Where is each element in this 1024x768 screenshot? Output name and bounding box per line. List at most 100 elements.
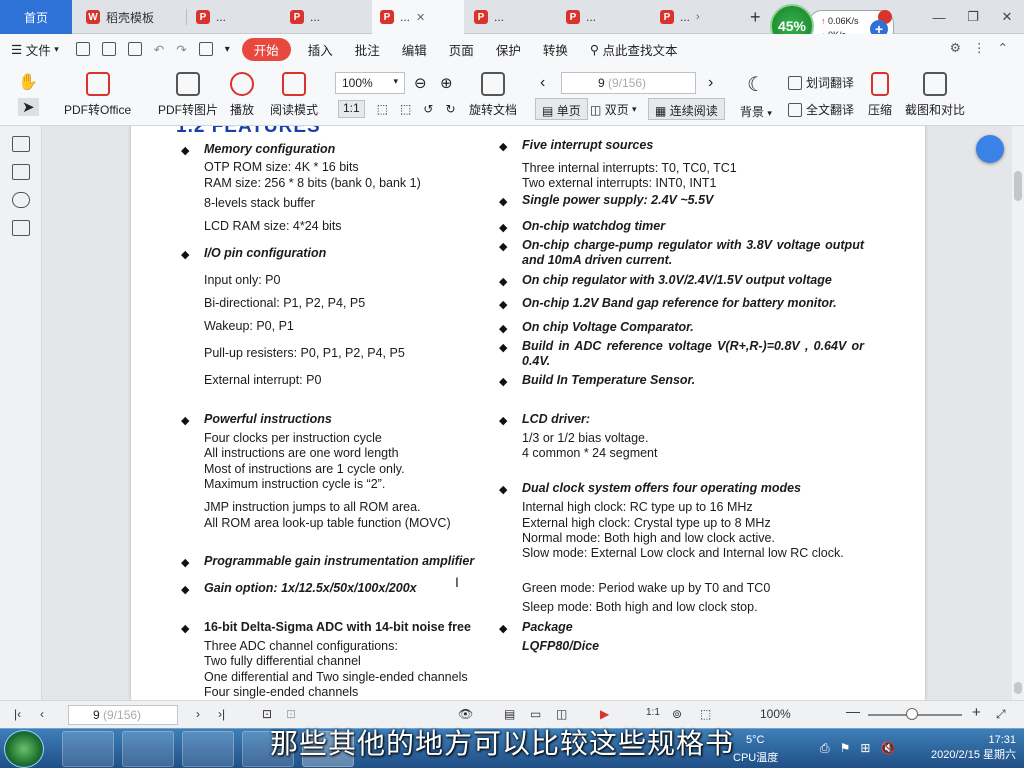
fit-width-status-icon[interactable]: ⬚ [700, 707, 711, 721]
tab-doc-5[interactable]: P... › [652, 0, 742, 34]
tab-doc-2[interactable]: P... [282, 0, 372, 34]
print-icon[interactable] [127, 42, 142, 56]
fullscreen-icon[interactable]: ⤢ [996, 707, 1006, 722]
menu-start[interactable]: 开始 [241, 37, 291, 61]
start-button[interactable] [4, 730, 44, 768]
up-arrow-icon: ↑ [821, 16, 826, 26]
single-view-icon[interactable]: ▤ [504, 707, 515, 721]
zoom-plus-icon[interactable]: + [972, 704, 981, 721]
menu-page[interactable]: 页面 [438, 40, 485, 59]
double-page-button[interactable]: ◫ 双页 ▾ [590, 101, 637, 118]
next-page-icon[interactable]: › [708, 74, 713, 92]
open-folder-icon[interactable] [75, 42, 90, 56]
more-icon[interactable]: ⋮ [973, 40, 986, 55]
annotation-icon[interactable] [12, 192, 30, 208]
more-chevron-icon[interactable]: ▾ [225, 44, 230, 55]
restore-icon[interactable]: ❐ [956, 9, 990, 25]
minimize-icon[interactable]: — [922, 10, 956, 25]
page-view-icon[interactable]: ▭ [530, 707, 541, 721]
last-page-icon[interactable]: ›| [218, 707, 225, 721]
new-tab-button[interactable]: + [742, 0, 772, 34]
read-mode-button[interactable]: 阅读模式 [270, 72, 318, 118]
select-tool[interactable]: ➤ [18, 98, 39, 116]
menu-insert[interactable]: 插入 [297, 40, 344, 59]
zoom-select[interactable]: 100% ▾ [335, 72, 405, 94]
tab-doc-3[interactable]: P... [466, 0, 556, 34]
zoom-minus-icon[interactable]: — [846, 703, 860, 719]
prev-page-status-icon[interactable]: ‹ [40, 707, 44, 721]
play-status-icon[interactable]: ▶ [600, 707, 609, 721]
rotate-left-icon[interactable]: ↺ [423, 102, 433, 116]
play-button[interactable]: 播放 [230, 72, 254, 118]
document-viewport[interactable]: 1.2 FEATURES ◆ Memory configuration OTP RO… [42, 126, 1012, 700]
insert-page-icon[interactable]: ⊡ [262, 707, 272, 721]
menu-hamburger[interactable]: ☰ 文件 ▾ [0, 40, 70, 59]
bullet-icon: ◆ [181, 557, 190, 569]
tray-printer-icon[interactable]: ⎙ [820, 741, 830, 756]
pdf-to-image-button[interactable]: PDF转图片 [158, 72, 218, 118]
hand-tool[interactable]: ✋ [18, 72, 38, 92]
actual-size-icon[interactable]: 1:1 [338, 100, 365, 118]
tray-volume-icon[interactable]: 🔇 [880, 741, 895, 756]
book-view-icon[interactable]: ◫ [556, 707, 567, 721]
search-box[interactable]: ⚲ 点此查找文本 [579, 40, 689, 59]
vertical-scrollbar[interactable] [1012, 126, 1024, 700]
scroll-thumb-bottom[interactable] [1014, 682, 1022, 694]
close-window-icon[interactable]: ✕ [990, 9, 1024, 25]
word-translate-button[interactable]: 划词翻译 [788, 74, 854, 91]
redo-icon[interactable]: ↷ [176, 42, 186, 57]
fit-width-icon[interactable]: ⬚ [400, 102, 411, 116]
taskbar-app-1[interactable] [62, 731, 114, 767]
prev-page-icon[interactable]: ‹ [540, 74, 545, 92]
pdf-to-office-button[interactable]: PDF转Office [64, 72, 131, 118]
rotate-right-icon[interactable]: ↻ [445, 102, 455, 116]
tab-doc-active[interactable]: P... ✕ [372, 0, 464, 34]
bullet-icon: ◆ [499, 196, 508, 208]
tab-close-icon[interactable]: ✕ [416, 11, 425, 24]
clock[interactable]: 17:31 2020/2/15 星期六 [931, 733, 1016, 763]
collapse-icon[interactable]: ⌃ [998, 40, 1008, 55]
tab-home[interactable]: 首页 [0, 0, 72, 34]
double-page-label: 双页 [604, 103, 629, 117]
floating-tool-button[interactable] [976, 135, 1004, 163]
tray-network-icon[interactable]: ⊞ [860, 741, 870, 756]
tab-template[interactable]: W 稻壳模板 [78, 0, 186, 34]
fit-status-icon[interactable]: ⊚ [672, 707, 682, 721]
eye-icon[interactable]: 👁 [458, 707, 473, 721]
tray-flag-icon[interactable]: ⚑ [840, 741, 851, 756]
screenshot-compare-button[interactable]: 截图和对比 [905, 72, 965, 118]
taskbar-app-3[interactable] [182, 731, 234, 767]
status-page-input[interactable]: 9 (9/156) [68, 705, 178, 725]
menu-annotate[interactable]: 批注 [344, 40, 391, 59]
chevron-right-icon[interactable]: › [696, 11, 700, 23]
scroll-thumb[interactable] [1014, 171, 1022, 201]
continuous-read-button[interactable]: ▦ 连续阅读 [648, 98, 725, 120]
thumbnails-icon[interactable] [12, 136, 30, 152]
export-icon[interactable] [198, 42, 213, 56]
menu-protect[interactable]: 保护 [485, 40, 532, 59]
full-translate-button[interactable]: 全文翻译 [788, 101, 854, 118]
export-page-icon[interactable]: ⊡ [286, 707, 296, 721]
menu-edit[interactable]: 编辑 [391, 40, 438, 59]
taskbar-app-2[interactable] [122, 731, 174, 767]
single-page-button[interactable]: ▤ 单页 [535, 98, 588, 120]
attachment-icon[interactable] [12, 220, 30, 236]
compress-button[interactable]: 压缩 [868, 72, 892, 118]
background-button[interactable]: ☾ 背景 ▾ [740, 72, 772, 120]
rotate-doc-button[interactable]: 旋转文档 [469, 72, 517, 118]
settings-icon[interactable]: ⚙ [950, 40, 961, 55]
first-page-icon[interactable]: |‹ [14, 707, 21, 721]
zoom-out-icon[interactable]: ⊖ [414, 74, 427, 92]
undo-icon[interactable]: ↶ [154, 42, 164, 57]
page-input[interactable]: 9 (9/156) [561, 72, 696, 94]
zoom-in-icon[interactable]: ⊕ [440, 74, 453, 92]
actual-size-status-icon[interactable]: 1:1 [646, 707, 660, 718]
bookmark-icon[interactable] [12, 164, 30, 180]
tab-doc-1[interactable]: P... [188, 0, 278, 34]
fit-page-icon[interactable]: ⬚ [377, 102, 388, 116]
menu-convert[interactable]: 转换 [532, 40, 579, 59]
tab-doc-4[interactable]: P... [558, 0, 648, 34]
next-page-status-icon[interactable]: › [196, 707, 200, 721]
save-icon[interactable] [101, 42, 116, 56]
zoom-slider-knob[interactable] [906, 708, 918, 720]
